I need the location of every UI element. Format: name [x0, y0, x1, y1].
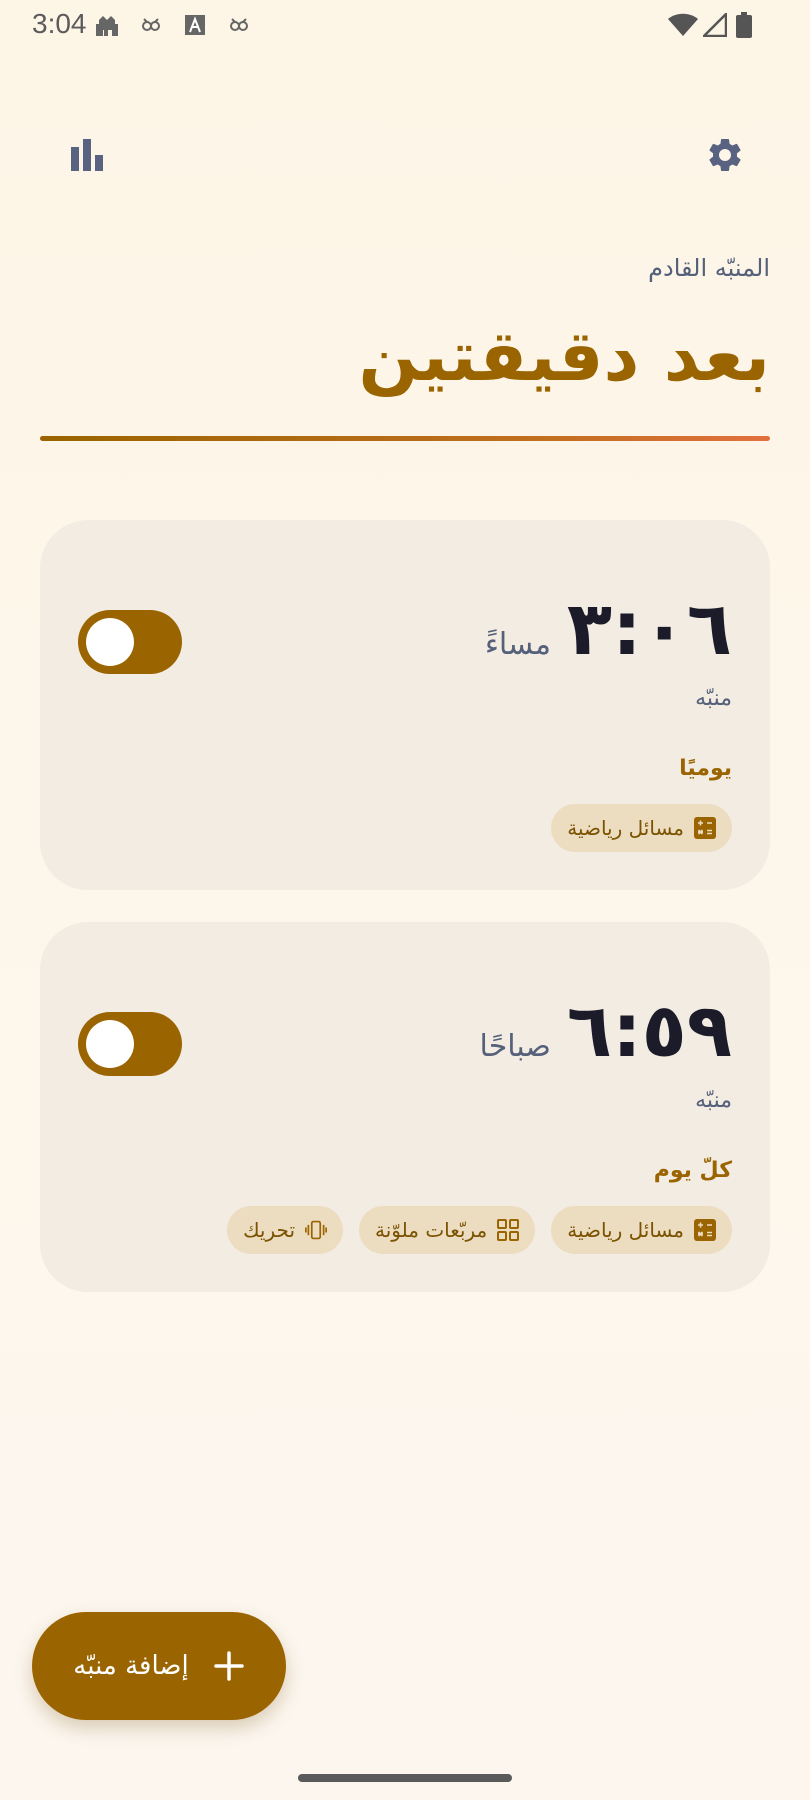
bar-chart-icon	[70, 139, 104, 175]
alarm-period: مساءً	[484, 627, 551, 662]
chip-color-squares[interactable]: مربّعات ملوّنة	[359, 1206, 536, 1254]
wifi-icon	[668, 12, 698, 38]
vibrate-icon	[305, 1219, 328, 1241]
chip-label: مسائل رياضية	[567, 816, 684, 840]
calculator-icon	[694, 1219, 716, 1241]
alarm-time: ٦:٥٩	[566, 988, 732, 1074]
alarm-label: منبّه	[695, 686, 732, 711]
add-alarm-label: إضافة منبّه	[73, 1651, 189, 1681]
mosque-icon	[94, 12, 120, 38]
challenge-chips: مسائل رياضية مربّعات ملوّنة تحريك	[227, 1206, 732, 1254]
gear-icon	[705, 135, 745, 179]
alarm-label: منبّه	[695, 1088, 732, 1113]
alarm-time-group: ٦:٥٩ صباحًا	[480, 994, 732, 1068]
chip-label: مسائل رياضية	[567, 1218, 684, 1242]
plus-icon	[213, 1650, 245, 1682]
alarm-period: صباحًا	[479, 1029, 551, 1064]
gesture-nav-handle[interactable]	[298, 1774, 512, 1782]
alarm-toggle[interactable]	[78, 610, 182, 674]
chip-label: تحريك	[243, 1218, 296, 1242]
calculator-icon	[694, 817, 716, 839]
add-alarm-button[interactable]: إضافة منبّه	[32, 1612, 286, 1720]
next-alarm-progress-bar	[40, 436, 770, 441]
alarm-time-group: ٣:٠٦ مساءً	[485, 592, 732, 666]
chip-shake[interactable]: تحريك	[227, 1206, 344, 1254]
next-alarm-label: المنبّه القادم	[648, 254, 770, 282]
owl-icon	[226, 12, 252, 38]
chip-math[interactable]: مسائل رياضية	[551, 804, 732, 852]
signal-icon	[702, 12, 728, 38]
chip-math[interactable]: مسائل رياضية	[551, 1206, 732, 1254]
alarm-card[interactable]: ٦:٥٩ صباحًا منبّه كلّ يوم مسائل رياضية م…	[40, 922, 770, 1292]
translate-icon	[182, 12, 208, 38]
alarm-time: ٣:٠٦	[566, 586, 732, 672]
settings-button[interactable]	[690, 122, 760, 192]
toggle-knob	[86, 1020, 134, 1068]
owl-icon	[138, 12, 164, 38]
battery-icon	[734, 12, 754, 38]
stats-button[interactable]	[52, 122, 122, 192]
toggle-knob	[86, 618, 134, 666]
alarm-repeat: كلّ يوم	[653, 1158, 732, 1183]
status-time: 3:04	[32, 8, 87, 39]
alarm-toggle[interactable]	[78, 1012, 182, 1076]
chip-label: مربّعات ملوّنة	[375, 1218, 488, 1242]
alarm-card[interactable]: ٣:٠٦ مساءً منبّه يوميًا مسائل رياضية	[40, 520, 770, 890]
alarm-repeat: يوميًا	[679, 756, 732, 781]
challenge-chips: مسائل رياضية	[551, 804, 732, 852]
grid-icon	[497, 1219, 520, 1241]
status-bar: 3:04	[0, 0, 810, 48]
next-alarm-countdown: بعد دقيقتين	[358, 315, 770, 397]
